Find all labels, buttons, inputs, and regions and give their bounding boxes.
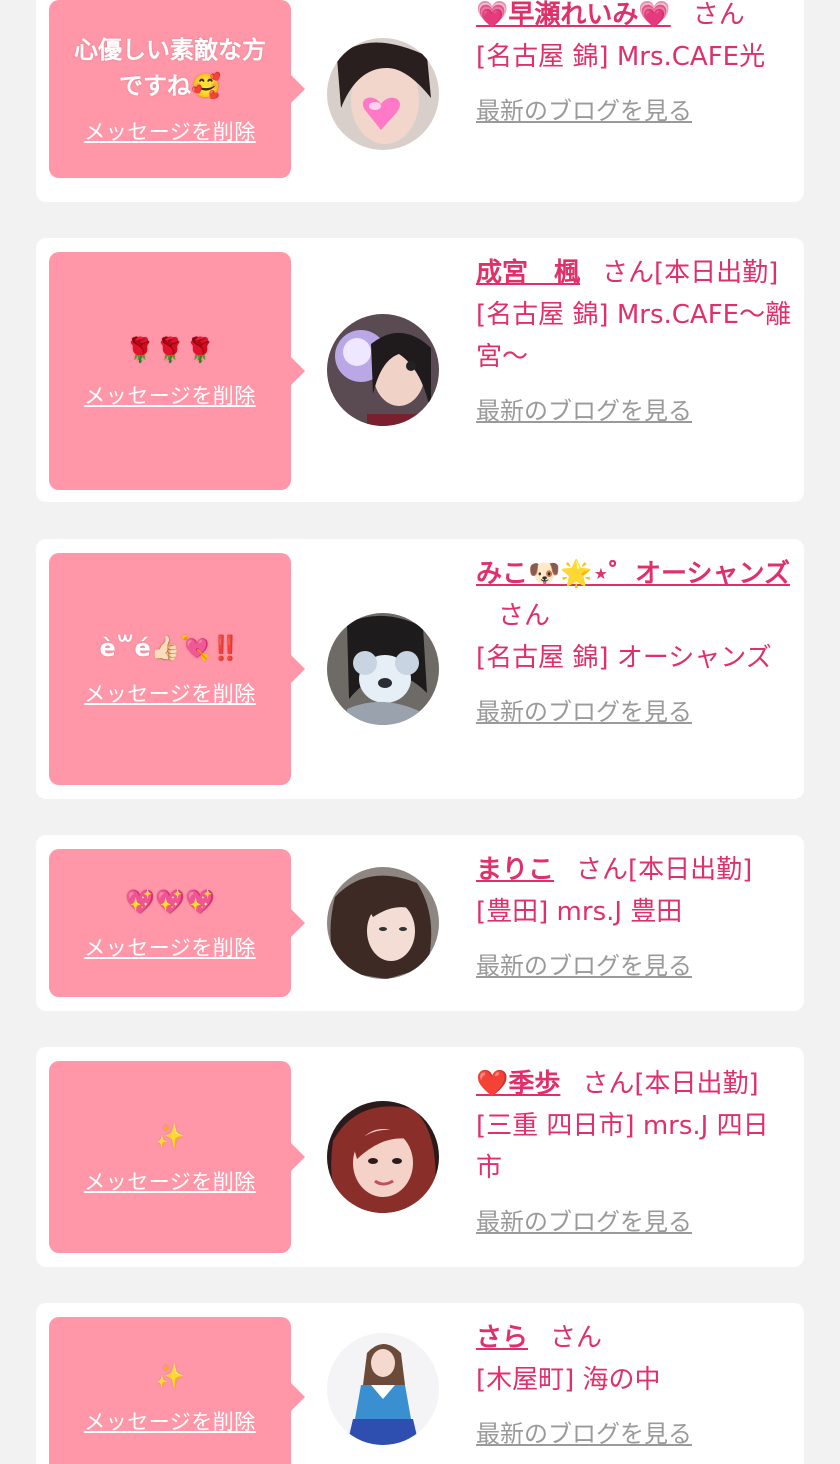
avatar[interactable] bbox=[327, 613, 439, 725]
latest-blog-link[interactable]: 最新のブログを見る bbox=[476, 1413, 692, 1455]
message-text: 🌹🌹🌹 bbox=[125, 336, 215, 364]
message-text: 心優しい素敵な方ですね🥰 bbox=[74, 36, 266, 100]
message-bubble: 💖💖💖 メッセージを削除 bbox=[49, 849, 305, 997]
latest-blog-link[interactable]: 最新のブログを見る bbox=[476, 90, 692, 132]
latest-blog-link[interactable]: 最新のブログを見る bbox=[476, 691, 692, 733]
shop-label: [豊田] mrs.J 豊田 bbox=[476, 897, 683, 927]
honorific: さん bbox=[576, 855, 629, 885]
avatar-koala-mask-icon bbox=[327, 613, 439, 725]
message-text: è꒳é👍🏻💘‼️ bbox=[99, 634, 241, 662]
shop-label: [木屋町] 海の中 bbox=[476, 1365, 661, 1395]
status-badge: [本日出勤] bbox=[628, 855, 753, 885]
avatar-red-hair-icon bbox=[327, 1101, 439, 1213]
message-bubble: ✨ メッセージを削除 bbox=[49, 1317, 305, 1464]
delete-message-link[interactable]: メッセージを削除 bbox=[84, 1406, 256, 1436]
message-bubble: 心優しい素敵な方ですね🥰 メッセージを削除 bbox=[49, 0, 305, 178]
avatar-blue-uniform-icon bbox=[327, 1333, 439, 1445]
message-card: ✨ メッセージを削除 ❤️季歩 さん[本日出勤] [三重 四日市] mrs.J 四… bbox=[36, 1047, 804, 1267]
cast-info: 成宮 楓さん[本日出勤] [名古屋 錦] Mrs.CAFE〜離宮〜 最新のブログ… bbox=[476, 252, 794, 432]
message-bubble: ✨ メッセージを削除 bbox=[49, 1061, 305, 1253]
shop-label: [名古屋 錦] Mrs.CAFE〜離宮〜 bbox=[476, 300, 792, 372]
avatar-wavy-hair-icon bbox=[327, 867, 439, 979]
message-card: ✨ メッセージを削除 さら さん [木屋町] 海の中 最新のブログを見る bbox=[36, 1303, 804, 1464]
cast-info: みこ🐶🌟⋆゜オーシャンズさん [名古屋 錦] オーシャンズ 最新のブログを見る bbox=[476, 553, 794, 733]
shop-label: [三重 四日市] mrs.J 四日市 bbox=[476, 1111, 769, 1183]
honorific: さん bbox=[582, 1069, 635, 1099]
cast-info: ❤️季歩 さん[本日出勤] [三重 四日市] mrs.J 四日市 最新のブログを見… bbox=[476, 1063, 794, 1243]
message-card: 💖💖💖 メッセージを削除 まりこ さん[本日出勤] [豊田] mrs.J 豊田 最… bbox=[36, 835, 804, 1011]
avatar-heart-girl-icon bbox=[327, 38, 439, 150]
avatar[interactable] bbox=[327, 1333, 439, 1445]
cast-name-link[interactable]: 💗早瀬れいみ💗 bbox=[476, 0, 671, 30]
avatar[interactable] bbox=[327, 38, 439, 150]
cast-name-link[interactable]: みこ🐶🌟⋆゜オーシャンズ bbox=[476, 559, 790, 589]
message-bubble: è꒳é👍🏻💘‼️ メッセージを削除 bbox=[49, 553, 305, 785]
latest-blog-link[interactable]: 最新のブログを見る bbox=[476, 945, 692, 987]
cast-info: さら さん [木屋町] 海の中 最新のブログを見る bbox=[476, 1317, 794, 1455]
avatar-purple-doll-icon bbox=[327, 314, 439, 426]
avatar[interactable] bbox=[327, 867, 439, 979]
shop-label: [名古屋 錦] オーシャンズ bbox=[476, 643, 772, 673]
delete-message-link[interactable]: メッセージを削除 bbox=[84, 932, 256, 962]
message-text: ✨ bbox=[155, 1362, 185, 1390]
honorific: さん bbox=[498, 601, 551, 631]
cast-info: 💗早瀬れいみ💗 さん [名古屋 錦] Mrs.CAFE光 最新のブログを見る bbox=[476, 0, 794, 132]
cast-name-link[interactable]: ❤️季歩 bbox=[476, 1069, 560, 1099]
message-card: 🌹🌹🌹 メッセージを削除 成宮 楓さん[本日出勤] [名古屋 錦] Mrs.CA… bbox=[36, 238, 804, 502]
message-text: ✨ bbox=[155, 1122, 185, 1150]
status-badge: [本日出勤] bbox=[654, 258, 779, 288]
honorific: さん bbox=[692, 0, 745, 30]
delete-message-link[interactable]: メッセージを削除 bbox=[84, 116, 256, 146]
delete-message-link[interactable]: メッセージを削除 bbox=[84, 380, 256, 410]
shop-label: [名古屋 錦] Mrs.CAFE光 bbox=[476, 42, 766, 72]
cast-name-link[interactable]: まりこ bbox=[476, 855, 554, 885]
message-text: 💖💖💖 bbox=[125, 888, 215, 916]
latest-blog-link[interactable]: 最新のブログを見る bbox=[476, 1201, 692, 1243]
avatar[interactable] bbox=[327, 1101, 439, 1213]
honorific: さん bbox=[602, 258, 655, 288]
avatar[interactable] bbox=[327, 314, 439, 426]
cast-name-link[interactable]: 成宮 楓 bbox=[476, 258, 580, 288]
message-bubble: 🌹🌹🌹 メッセージを削除 bbox=[49, 252, 305, 490]
latest-blog-link[interactable]: 最新のブログを見る bbox=[476, 390, 692, 432]
delete-message-link[interactable]: メッセージを削除 bbox=[84, 1166, 256, 1196]
cast-name-link[interactable]: さら bbox=[476, 1323, 528, 1353]
message-card: è꒳é👍🏻💘‼️ メッセージを削除 みこ🐶🌟⋆゜オーシャンズさん [名古屋 錦]… bbox=[36, 539, 804, 799]
delete-message-link[interactable]: メッセージを削除 bbox=[84, 678, 256, 708]
message-card: 心優しい素敵な方ですね🥰 メッセージを削除 💗早瀬れいみ💗 さん [名古屋 錦] … bbox=[36, 0, 804, 202]
honorific: さん bbox=[550, 1323, 603, 1353]
status-badge: [本日出勤] bbox=[634, 1069, 759, 1099]
cast-info: まりこ さん[本日出勤] [豊田] mrs.J 豊田 最新のブログを見る bbox=[476, 849, 794, 987]
